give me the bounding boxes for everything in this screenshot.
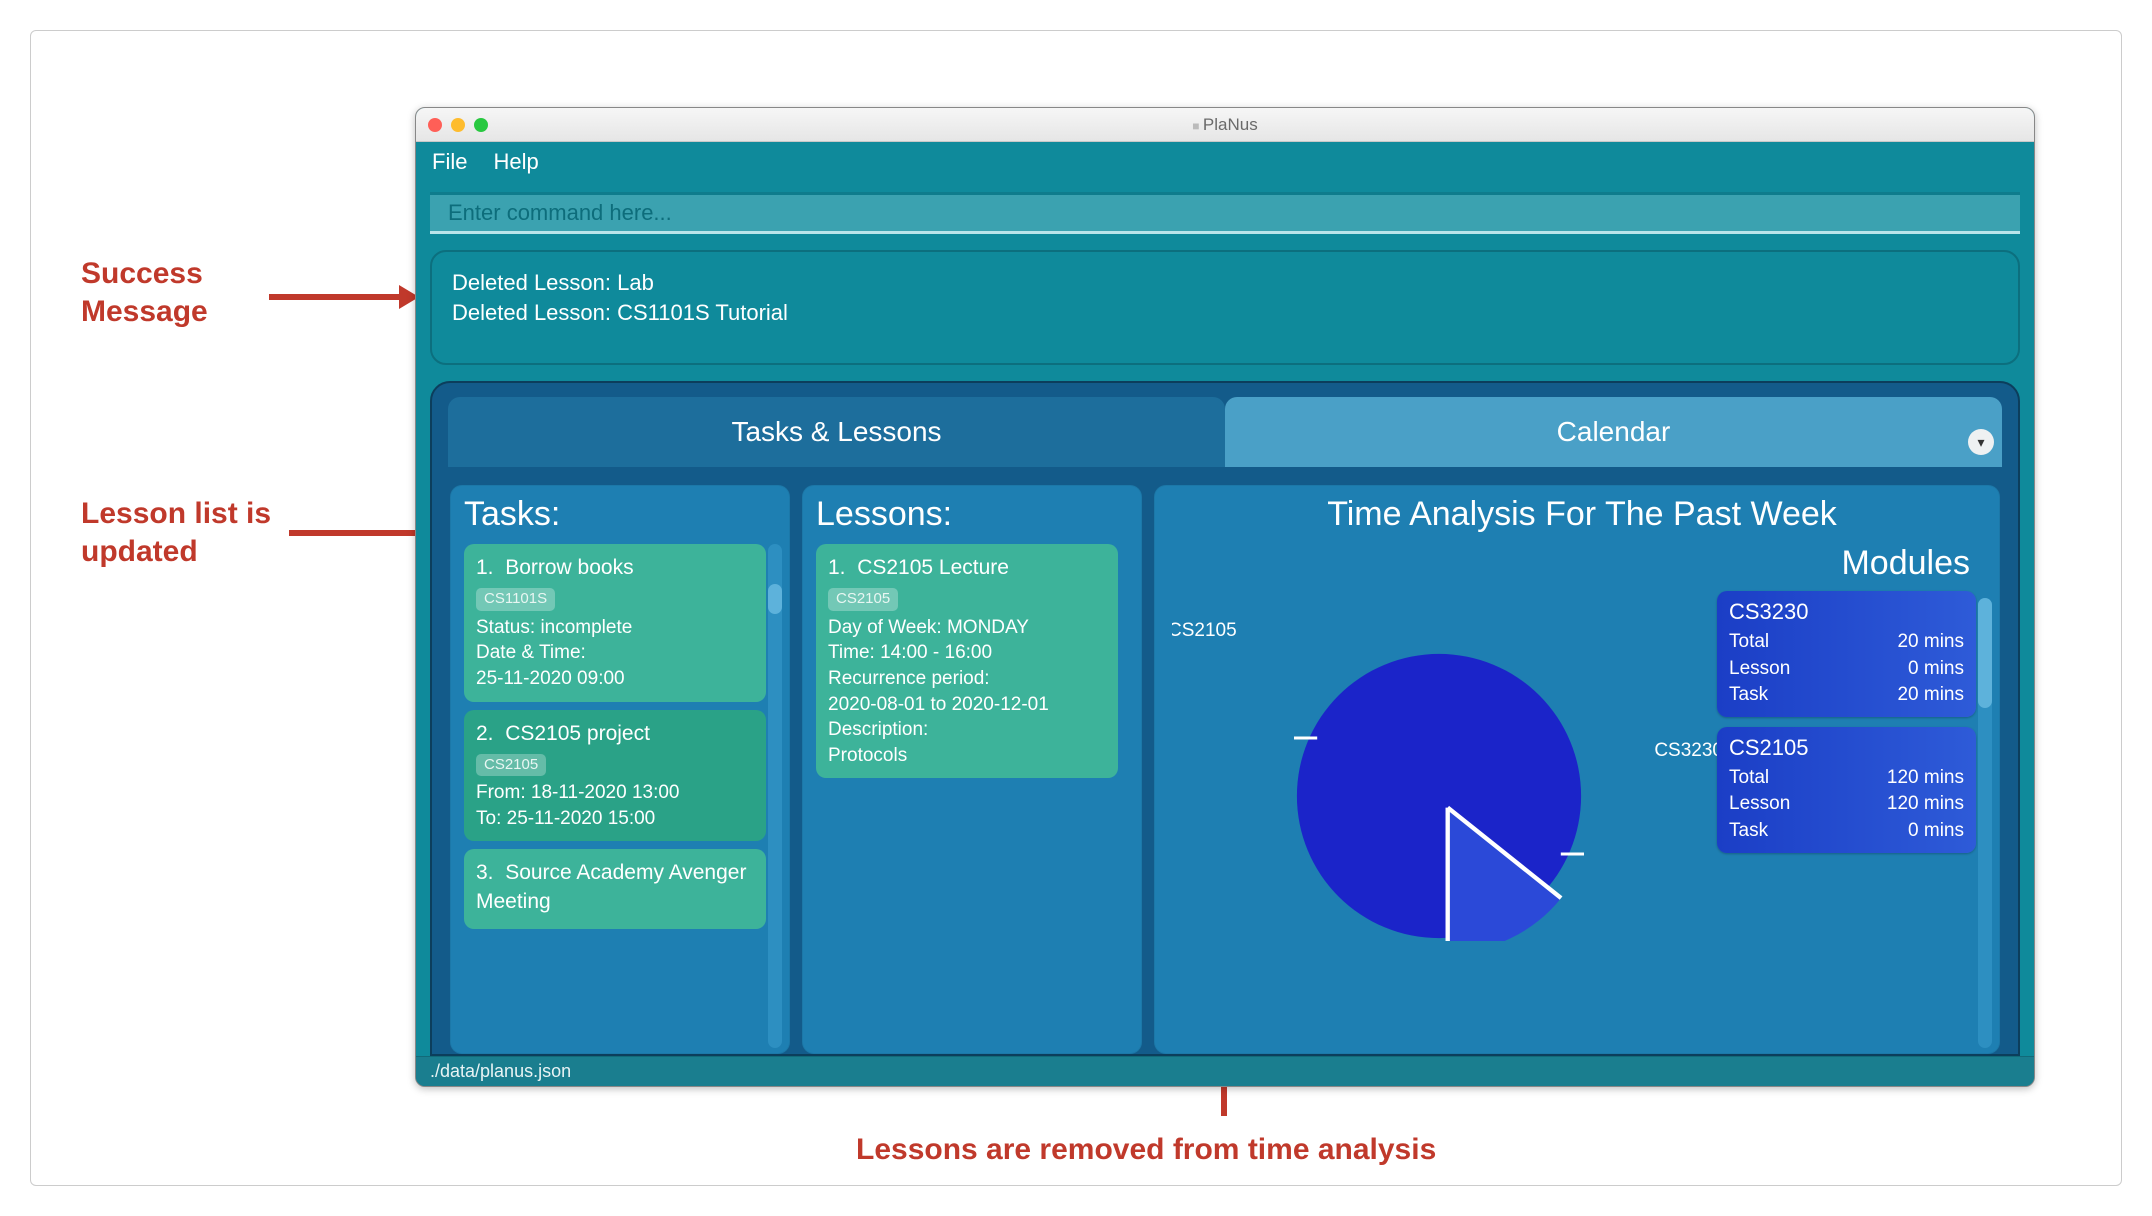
- lessons-column: Lessons: 1. CS2105 Lecture CS2105 Day of…: [802, 485, 1142, 1054]
- label: Lesson: [1729, 656, 1790, 683]
- label: Task: [1729, 818, 1768, 845]
- label: To:: [476, 808, 501, 829]
- value: 2020-08-01 to 2020-12-01: [828, 692, 1106, 718]
- module-card[interactable]: CS2105 Total 120 mins Lesson 120 mins Task…: [1717, 727, 1976, 853]
- anno-success: Success Message: [81, 255, 208, 330]
- traffic-lights: [428, 118, 488, 132]
- analysis-body: CS2105 CS3230: [1172, 544, 1992, 1048]
- value: 25-11-2020 09:00: [476, 666, 754, 692]
- value: 120 mins: [1887, 765, 1964, 792]
- label: Lesson: [1729, 791, 1790, 818]
- lesson-title: CS2105 Lecture: [857, 556, 1009, 579]
- tasks-heading: Tasks:: [464, 495, 784, 534]
- module-chip: CS2105: [828, 588, 898, 610]
- task-card[interactable]: 3. Source Academy Avenger Meeting: [464, 849, 766, 929]
- label: Description:: [828, 717, 1106, 743]
- task-title: CS2105 project: [505, 722, 650, 745]
- task-idx: 2.: [476, 722, 494, 745]
- lessons-heading: Lessons:: [816, 495, 1136, 534]
- pie-label-a: CS2105: [1172, 620, 1237, 642]
- minimize-icon[interactable]: [451, 118, 465, 132]
- chevron-down-icon[interactable]: ▾: [1968, 429, 1994, 455]
- pie-chart: CS2105 CS3230: [1172, 544, 1705, 1048]
- lessons-scroll[interactable]: 1. CS2105 Lecture CS2105 Day of Week: MO…: [816, 544, 1136, 1048]
- menu-help[interactable]: Help: [493, 149, 538, 175]
- close-icon[interactable]: [428, 118, 442, 132]
- value: Protocols: [828, 743, 1106, 769]
- tabs-row: Tasks & Lessons Calendar ▾: [432, 383, 2018, 467]
- scrollbar-track: [768, 544, 782, 1048]
- scrollbar-thumb[interactable]: [1978, 598, 1992, 708]
- modules-column: Modules CS3230 Total 20 mins Lesson 0 mins…: [1717, 544, 1992, 1048]
- value: 14:00 - 16:00: [880, 642, 992, 663]
- value: 25-11-2020 15:00: [507, 808, 656, 829]
- analysis-title: Time Analysis For The Past Week: [1172, 495, 1992, 534]
- module-card[interactable]: CS3230 Total 20 mins Lesson 0 mins Task 20 …: [1717, 591, 1976, 717]
- status-path: ./data/planus.json: [430, 1061, 571, 1082]
- task-idx: 1.: [476, 556, 494, 579]
- tab-calendar[interactable]: Calendar: [1225, 397, 2002, 467]
- value: incomplete: [540, 617, 632, 638]
- value: 20 mins: [1897, 682, 1964, 709]
- task-idx: 3.: [476, 861, 494, 884]
- module-name: CS3230: [1729, 599, 1964, 625]
- menu-file[interactable]: File: [432, 149, 467, 175]
- tasks-scroll[interactable]: 1. Borrow books CS1101S Status: incomple…: [464, 544, 784, 1048]
- main-panel: Tasks & Lessons Calendar ▾ Tasks: 1.: [430, 381, 2020, 1056]
- maximize-icon[interactable]: [474, 118, 488, 132]
- label: Task: [1729, 682, 1768, 709]
- menubar: File Help: [416, 142, 2034, 182]
- message-line: Deleted Lesson: CS1101S Tutorial: [452, 298, 1998, 328]
- tab-tasks-lessons[interactable]: Tasks & Lessons: [448, 397, 1225, 467]
- app-body: File Help Deleted Lesson: Lab Deleted Le…: [416, 142, 2034, 1086]
- analysis-column: Time Analysis For The Past Week CS2105 C…: [1154, 485, 2000, 1054]
- task-card[interactable]: 1. Borrow books CS1101S Status: incomple…: [464, 544, 766, 702]
- value: 20 mins: [1897, 629, 1964, 656]
- label: Recurrence period:: [828, 666, 1106, 692]
- tasks-column: Tasks: 1. Borrow books CS1101S Status: i…: [450, 485, 790, 1054]
- module-chip: CS1101S: [476, 588, 555, 610]
- module-name: CS2105: [1729, 735, 1964, 761]
- titlebar[interactable]: PlaNus: [416, 108, 2034, 142]
- label: Total: [1729, 629, 1769, 656]
- page-frame: Success Message Lesson list is updated L…: [30, 30, 2122, 1186]
- task-title: Source Academy Avenger Meeting: [476, 861, 746, 912]
- label: Day of Week:: [828, 617, 942, 638]
- statusbar: ./data/planus.json: [416, 1056, 2034, 1086]
- command-input[interactable]: [430, 192, 2020, 234]
- command-wrap: [416, 182, 2034, 234]
- value: MONDAY: [947, 617, 1029, 638]
- value: 120 mins: [1887, 791, 1964, 818]
- arrow-line: [269, 294, 399, 300]
- message-box: Deleted Lesson: Lab Deleted Lesson: CS11…: [430, 250, 2020, 365]
- pie-svg: [1294, 651, 1584, 941]
- content-row: Tasks: 1. Borrow books CS1101S Status: i…: [432, 467, 2018, 1054]
- pie-label-b: CS3230: [1654, 740, 1723, 762]
- lesson-idx: 1.: [828, 556, 846, 579]
- module-chip: CS2105: [476, 754, 546, 776]
- anno-removed: Lessons are removed from time analysis: [856, 1131, 1436, 1169]
- task-title: Borrow books: [505, 556, 633, 579]
- label: Date & Time:: [476, 640, 754, 666]
- label: Total: [1729, 765, 1769, 792]
- label: Time:: [828, 642, 875, 663]
- modules-heading: Modules: [1717, 544, 1976, 583]
- lesson-card[interactable]: 1. CS2105 Lecture CS2105 Day of Week: MO…: [816, 544, 1118, 778]
- message-line: Deleted Lesson: Lab: [452, 268, 1998, 298]
- value: 0 mins: [1908, 818, 1964, 845]
- window-title: PlaNus: [1192, 115, 1257, 135]
- anno-lesson-updated: Lesson list is updated: [81, 495, 271, 570]
- label: Status:: [476, 617, 535, 638]
- label: From:: [476, 782, 526, 803]
- scrollbar-thumb[interactable]: [768, 584, 782, 614]
- value: 18-11-2020 13:00: [531, 782, 680, 803]
- value: 0 mins: [1908, 656, 1964, 683]
- app-window: PlaNus File Help Deleted Lesson: Lab Del…: [415, 107, 2035, 1087]
- task-card[interactable]: 2. CS2105 project CS2105 From: 18-11-202…: [464, 710, 766, 842]
